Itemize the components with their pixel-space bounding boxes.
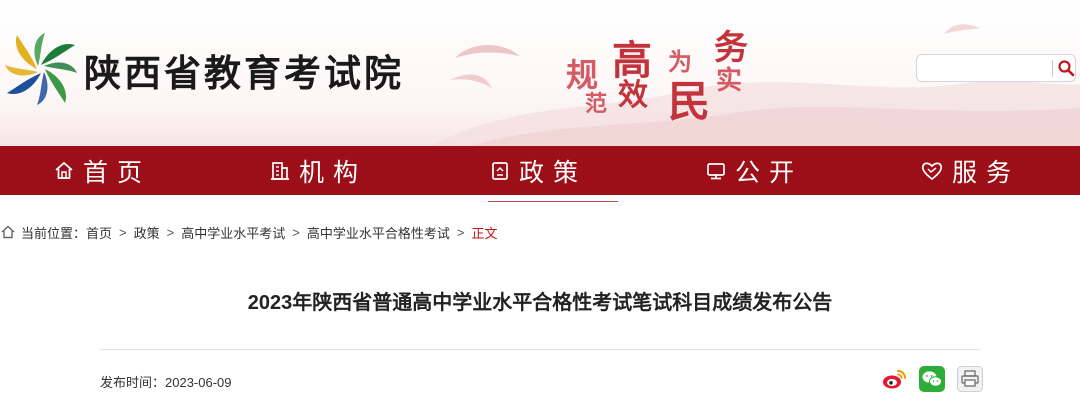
nav-item-public[interactable]: 公开 xyxy=(705,146,803,195)
breadcrumb: 当前位置： 首页 > 政策 > 高中学业水平考试 > 高中学业水平合格性考试 >… xyxy=(0,222,497,242)
monitor-icon xyxy=(707,162,725,179)
site-header: 陕西省教育考试院 规 范 高 效 为 民 务 实 xyxy=(0,0,1080,146)
breadcrumb-separator: > xyxy=(456,224,465,240)
nav-item-policy[interactable]: 政策 xyxy=(489,146,587,195)
publish-info: 发布时间：2023-06-09 xyxy=(100,372,232,391)
breadcrumb-separator: > xyxy=(119,224,127,240)
print-icon[interactable] xyxy=(957,366,983,392)
nav-item-home[interactable]: 首页 xyxy=(53,146,151,195)
nav-label: 政策 xyxy=(519,157,588,187)
home-icon xyxy=(1,225,15,239)
slogan-char: 民 xyxy=(668,77,711,126)
search-box xyxy=(916,54,1076,82)
nav-active-indicator xyxy=(488,201,618,202)
logo-icon xyxy=(5,33,77,105)
nav-label: 服务 xyxy=(952,157,1021,187)
breadcrumb-link[interactable]: 政策 xyxy=(134,223,160,242)
search-input[interactable] xyxy=(923,59,1047,79)
wechat-icon[interactable] xyxy=(919,366,945,392)
nav-label: 公开 xyxy=(735,157,804,187)
search-icon[interactable] xyxy=(1055,57,1077,79)
weibo-icon[interactable] xyxy=(881,366,907,392)
breadcrumb-separator: > xyxy=(166,224,175,240)
breadcrumb-link[interactable]: 首页 xyxy=(86,223,112,242)
article-title: 2023年陕西省普通高中学业水平合格性考试笔试科目成绩发布公告 xyxy=(247,292,833,314)
nav-label: 机构 xyxy=(299,157,368,187)
main-nav: 首页 机构 政策 公开 服务 xyxy=(0,146,1080,195)
building-icon xyxy=(271,161,289,180)
publish-label: 发布时间： xyxy=(100,375,166,390)
slogan-char: 范 xyxy=(585,91,608,117)
home-icon xyxy=(55,161,73,179)
breadcrumb-prefix: 当前位置： xyxy=(21,225,87,241)
breadcrumb-link[interactable]: 高中学业水平考试 xyxy=(181,223,285,242)
nav-item-service[interactable]: 服务 xyxy=(920,146,1020,195)
site-name[interactable]: 陕西省教育考试院 xyxy=(84,43,404,97)
search-divider xyxy=(1052,60,1053,77)
slogan-char: 实 xyxy=(716,66,743,96)
breadcrumb-link[interactable]: 高中学业水平合格性考试 xyxy=(307,223,450,242)
title-divider xyxy=(100,349,980,350)
slogan-char: 效 xyxy=(618,78,648,113)
publish-date: 2023-06-09 xyxy=(165,375,232,390)
heart-handshake-icon xyxy=(921,162,943,180)
nav-item-organization[interactable]: 机构 xyxy=(269,146,367,195)
policy-document-icon xyxy=(492,161,508,180)
breadcrumb-separator: > xyxy=(292,224,300,240)
nav-label: 首页 xyxy=(83,157,152,187)
breadcrumb-current: 正文 xyxy=(471,225,498,241)
